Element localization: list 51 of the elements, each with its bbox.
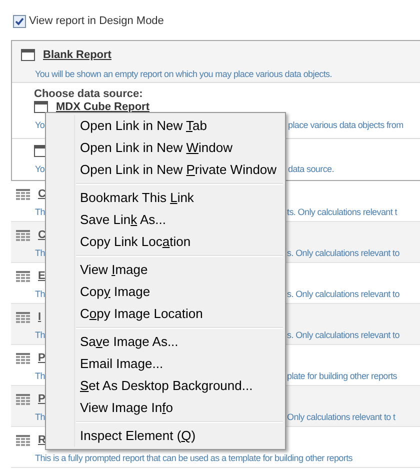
- menu-item[interactable]: Inspect Element (Q): [48, 425, 283, 447]
- description: This is a fully prompted report that can be used as a template for building other reports: [35, 453, 352, 463]
- description: data source.: [288, 163, 334, 176]
- menu-item[interactable]: Open Link in New Tab: [48, 115, 283, 137]
- description: s. Only calculations relevant to: [287, 288, 400, 301]
- window-icon: [21, 49, 35, 62]
- report-link[interactable]: R: [38, 432, 46, 448]
- description: ts. Only calculations relevant t: [287, 206, 397, 219]
- description: place various data objects from: [288, 119, 404, 132]
- description: Yo: [35, 120, 45, 130]
- description: Th: [35, 412, 45, 422]
- table-icon: [16, 352, 30, 364]
- menu-item[interactable]: Open Link in New Private Window: [48, 159, 283, 181]
- menu-item[interactable]: Email Image...: [48, 353, 283, 375]
- menu-item[interactable]: Save Link As...: [48, 209, 283, 231]
- menu-item[interactable]: Copy Image: [48, 281, 283, 303]
- menu-item[interactable]: Copy Link Location: [48, 231, 283, 253]
- description: Yo: [35, 164, 45, 174]
- description: Only calculations relevant to t: [287, 411, 396, 424]
- report-link[interactable]: Blank Report: [43, 47, 112, 64]
- table-icon: [16, 270, 30, 282]
- menu-item[interactable]: Open Link in New Window: [48, 137, 283, 159]
- description: Th: [35, 330, 45, 340]
- table-icon: [16, 312, 30, 322]
- menu-item[interactable]: View Image Info: [48, 397, 283, 419]
- report-link[interactable]: C: [38, 226, 46, 244]
- description: Th: [35, 371, 45, 381]
- description: Th: [35, 289, 45, 299]
- description: Th: [35, 248, 45, 258]
- report-link[interactable]: P: [38, 350, 46, 366]
- checkbox[interactable]: [13, 14, 26, 28]
- report-link[interactable]: I: [38, 308, 42, 326]
- report-link[interactable]: E: [38, 268, 46, 284]
- description: s. Only calculations relevant to: [287, 329, 400, 342]
- menu-item[interactable]: Set As Desktop Background...: [48, 375, 283, 397]
- table-icon: [16, 434, 30, 446]
- menu-item[interactable]: Bookmark This Link: [48, 187, 283, 209]
- checkmark-icon: [15, 16, 24, 26]
- report-link[interactable]: C: [38, 186, 46, 202]
- menu-item[interactable]: Copy Image Location: [48, 303, 283, 325]
- description: You will be shown an empty report on which you may place various data objects.: [34, 68, 333, 81]
- table-icon: [16, 188, 30, 200]
- description: Th: [35, 207, 45, 217]
- checkbox-label: View report in Design Mode: [29, 14, 164, 29]
- menu-item[interactable]: Save Image As...: [48, 331, 283, 353]
- table-icon: [16, 230, 30, 240]
- description: s. Only calculations relevant to: [287, 247, 400, 260]
- menu-item[interactable]: View Image: [48, 259, 283, 281]
- description: plate for building other reports: [287, 370, 397, 383]
- report-link[interactable]: P: [38, 390, 46, 408]
- table-icon: [16, 394, 30, 404]
